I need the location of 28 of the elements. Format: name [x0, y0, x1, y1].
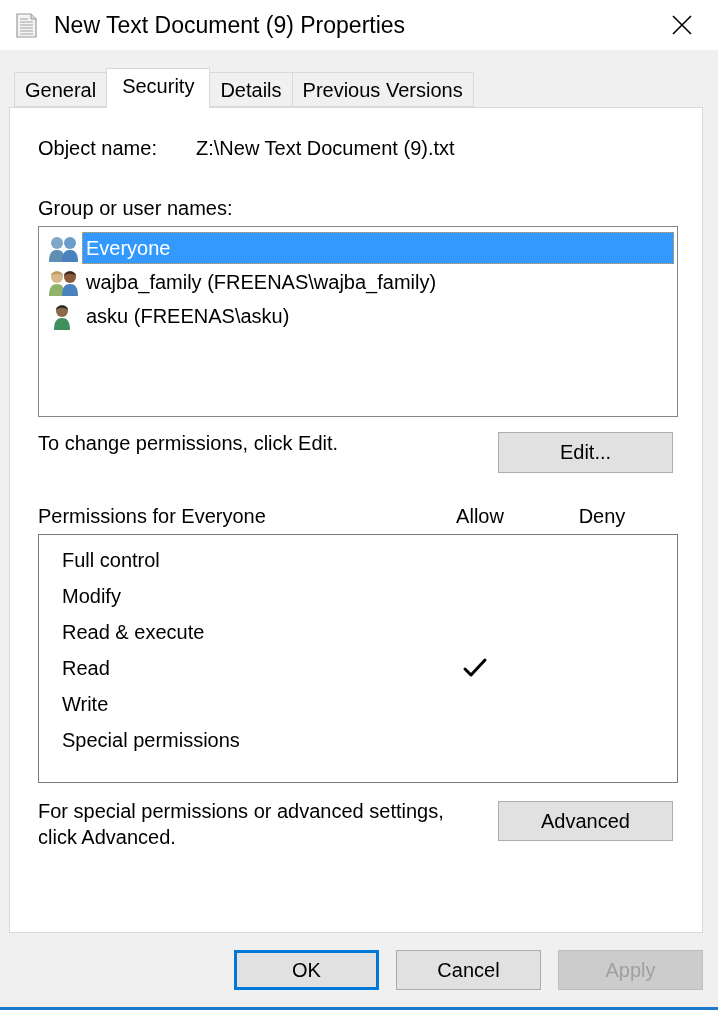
dialog-button[interactable]: OK: [234, 950, 379, 990]
object-name-value: Z:\New Text Document (9).txt: [196, 136, 455, 160]
permission-name: Read & execute: [62, 620, 205, 644]
permission-name: Special permissions: [62, 728, 240, 752]
list-item[interactable]: wajba_family (FREENAS\wajba_family): [82, 266, 674, 298]
document-icon: [16, 12, 37, 38]
hint-text: For special permissions or advanced settings, click Advanced.: [38, 799, 445, 850]
column-header: Deny: [578, 504, 626, 528]
dialog-button[interactable]: Cancel: [396, 950, 541, 990]
permission-name: Write: [62, 692, 109, 716]
tab[interactable]: Previous Versions: [291, 72, 474, 107]
edit-button[interactable]: Edit...: [498, 432, 673, 473]
section-label: Permissions for Everyone: [38, 504, 266, 528]
permission-name: Modify: [62, 584, 121, 608]
close-icon: [672, 15, 692, 35]
tab[interactable]: Security: [106, 68, 211, 108]
permission-name: Read: [62, 656, 110, 680]
close-button[interactable]: [671, 14, 693, 36]
permission-name: Full control: [62, 548, 160, 572]
object-name-label: Object name:: [38, 136, 158, 160]
hint-text: To change permissions, click Edit.: [38, 431, 339, 455]
section-label: Group or user names:: [38, 196, 233, 220]
advanced-button[interactable]: Advanced: [498, 801, 673, 841]
list-item[interactable]: asku (FREENAS\asku): [82, 300, 674, 332]
tab[interactable]: Details: [209, 72, 293, 107]
window-title: New Text Document (9) Properties: [54, 11, 406, 39]
tab[interactable]: General: [14, 72, 108, 107]
column-header: Allow: [456, 504, 504, 528]
